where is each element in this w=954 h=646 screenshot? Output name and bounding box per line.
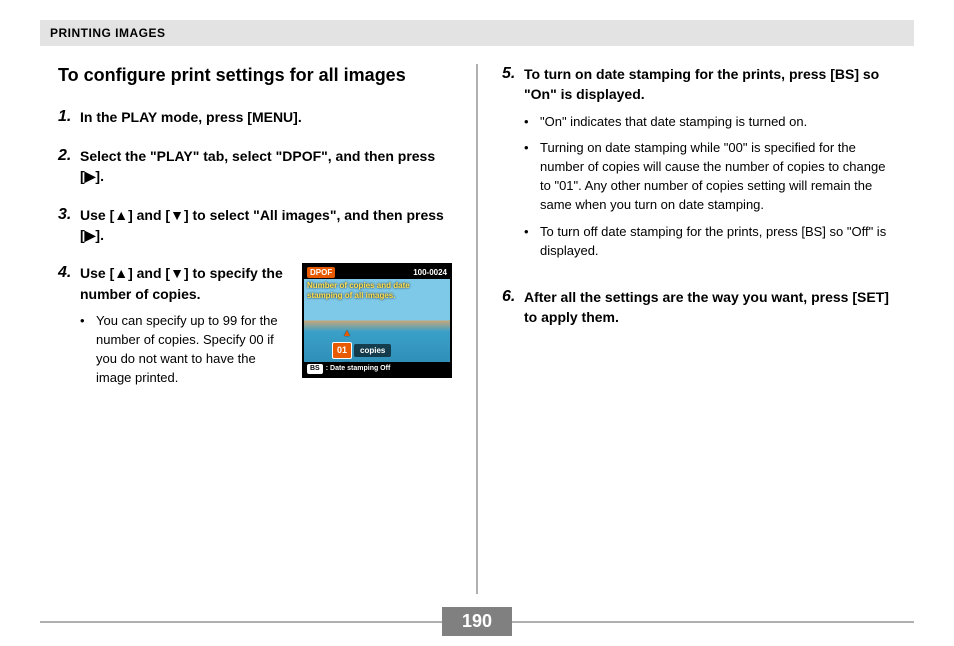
step-number: 1. — [58, 107, 80, 128]
step-number: 3. — [58, 205, 80, 246]
bullet-item: Turning on date stamping while "00" is s… — [524, 139, 896, 214]
image-id: 100-0024 — [413, 267, 447, 279]
footer-rule — [512, 621, 914, 623]
bs-badge: BS — [307, 364, 323, 374]
step-number: 5. — [502, 64, 524, 269]
dpof-badge: DPOF — [307, 267, 335, 279]
step-text: Use [▲] and [▼] to select "All images", … — [80, 205, 452, 246]
step-6: 6. After all the settings are the way yo… — [502, 287, 896, 328]
step-text: In the PLAY mode, press [MENU]. — [80, 107, 452, 128]
step-text: Use [▲] and [▼] to specify the number of… — [80, 265, 283, 301]
page-number: 190 — [442, 607, 512, 636]
left-column: To configure print settings for all imag… — [40, 64, 470, 594]
section-header: PRINTING IMAGES — [40, 20, 914, 46]
step-number: 6. — [502, 287, 524, 328]
content-columns: To configure print settings for all imag… — [40, 64, 914, 594]
screen-message: Number of copies and date stamping of al… — [307, 281, 447, 300]
step-5: 5. To turn on date stamping for the prin… — [502, 64, 896, 269]
copies-label: copies — [354, 344, 391, 358]
step-text: To turn on date stamping for the prints,… — [524, 66, 879, 102]
bullet-item: You can specify up to 99 for the number … — [80, 312, 290, 387]
step-3: 3. Use [▲] and [▼] to select "All images… — [58, 205, 452, 246]
step-4: 4. Use [▲] and [▼] to specify the number… — [58, 263, 452, 395]
step-text: After all the settings are the way you w… — [524, 287, 896, 328]
bullet-item: To turn off date stamping for the prints… — [524, 223, 896, 261]
copies-count: 01 — [332, 342, 352, 359]
step-text: Select the "PLAY" tab, select "DPOF", an… — [80, 146, 452, 187]
page-footer: 190 — [40, 607, 914, 636]
date-stamp-status: : Date stamping Off — [326, 364, 391, 374]
up-arrow-icon: ▲ — [332, 327, 362, 342]
step-1: 1. In the PLAY mode, press [MENU]. — [58, 107, 452, 128]
step-number: 4. — [58, 263, 80, 395]
lcd-screenshot: DPOF 100-0024 Number of copies and date … — [302, 263, 452, 378]
page-title: To configure print settings for all imag… — [58, 64, 452, 87]
step-number: 2. — [58, 146, 80, 187]
step-2: 2. Select the "PLAY" tab, select "DPOF",… — [58, 146, 452, 187]
right-column: 5. To turn on date stamping for the prin… — [484, 64, 914, 594]
bullet-item: "On" indicates that date stamping is tur… — [524, 113, 896, 132]
footer-rule — [40, 621, 442, 623]
column-divider — [476, 64, 478, 594]
